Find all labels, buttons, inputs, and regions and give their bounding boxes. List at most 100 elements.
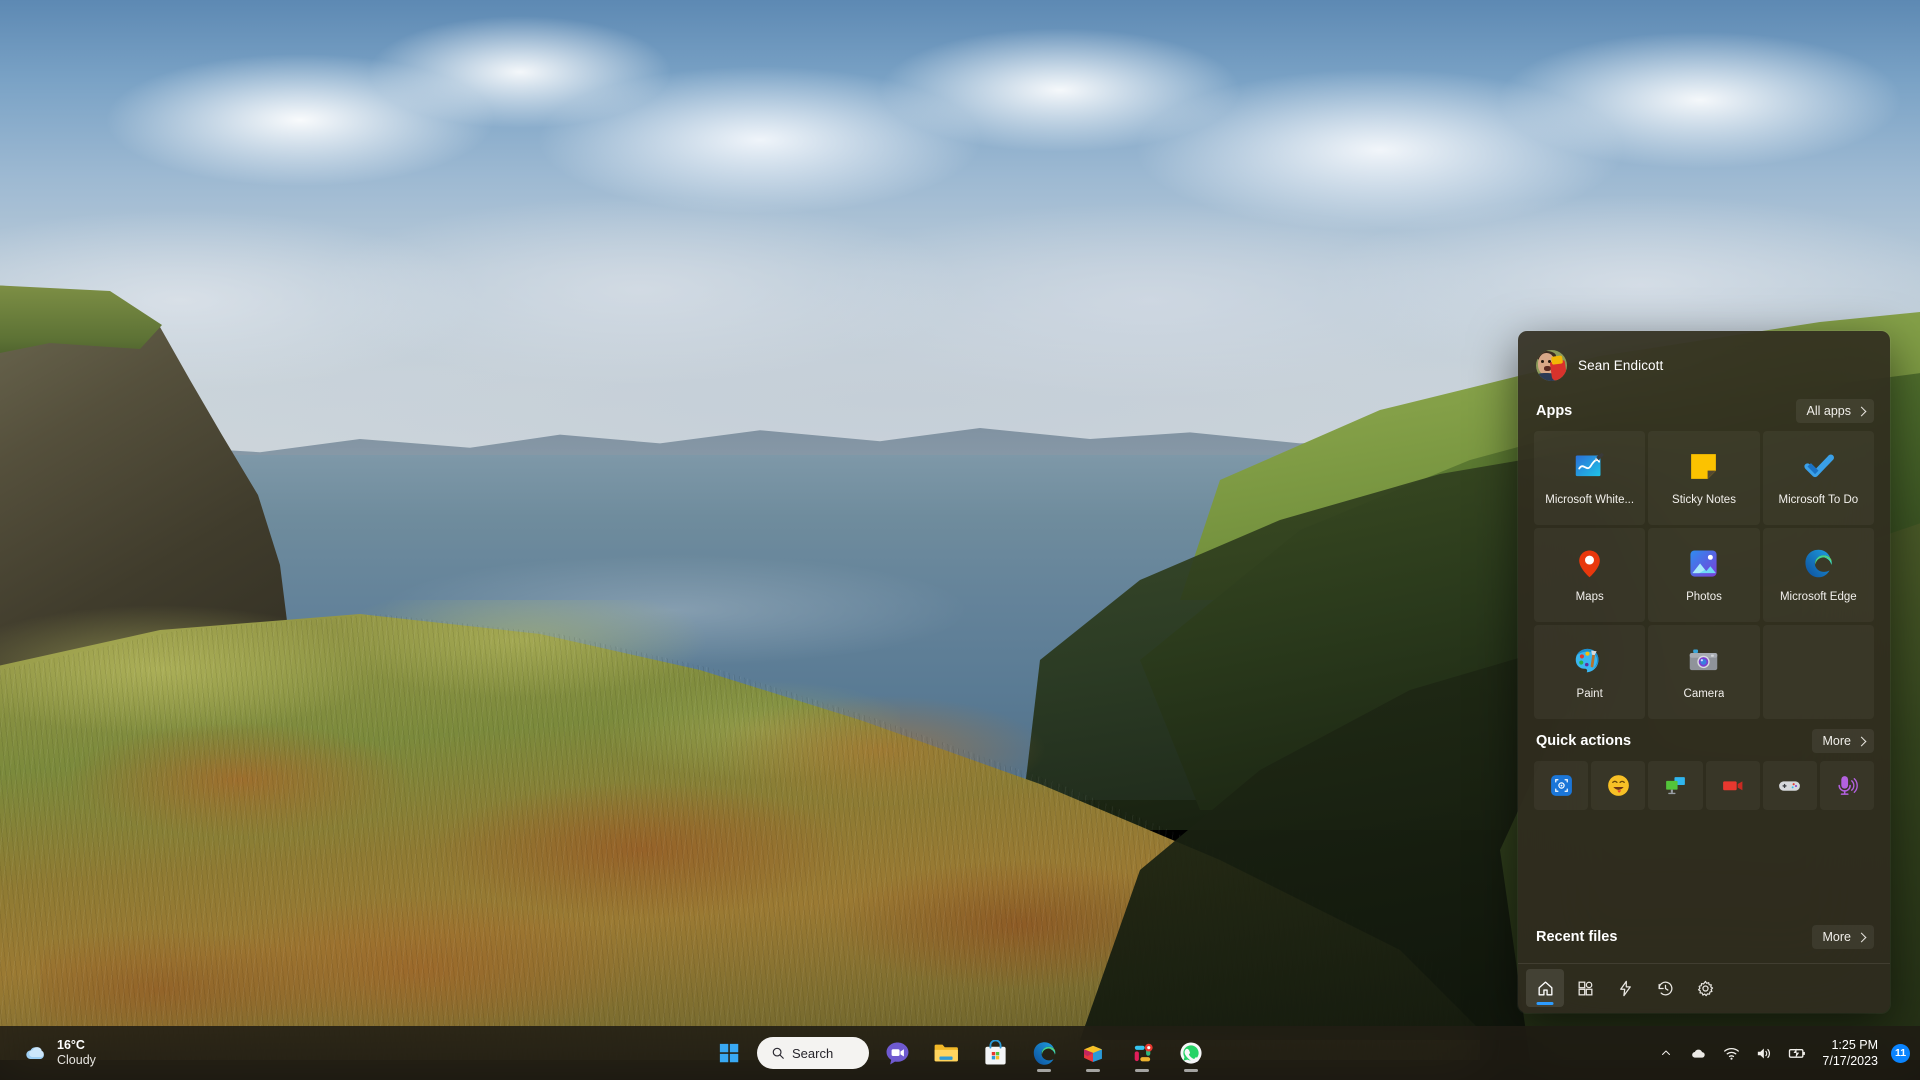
app-label: Microsoft To Do xyxy=(1778,494,1858,506)
quick-action-game-bar[interactable] xyxy=(1763,761,1817,810)
home-icon xyxy=(1536,979,1555,998)
cast-screens-icon xyxy=(1663,773,1688,798)
panel-spacer xyxy=(1518,810,1890,915)
battery-charging-icon xyxy=(1787,1043,1807,1063)
taskbar-app-microsoft-teams[interactable] xyxy=(876,1032,918,1074)
taskbar: 16°C Cloudy Search xyxy=(0,1026,1920,1080)
nav-home[interactable] xyxy=(1526,969,1564,1007)
sticky-notes-icon xyxy=(1687,450,1720,483)
onedrive-cloud-icon xyxy=(1689,1044,1708,1063)
panel-user-header[interactable]: Sean Endicott xyxy=(1518,331,1890,389)
clock-time: 1:25 PM xyxy=(1831,1037,1878,1053)
screen-record-icon xyxy=(1720,773,1745,798)
notification-badge[interactable]: 11 xyxy=(1891,1044,1910,1063)
nav-recent[interactable] xyxy=(1646,969,1684,1007)
quick-actions-section-title: Quick actions xyxy=(1536,733,1631,749)
app-tile-microsoft-whiteboard[interactable]: Microsoft White... xyxy=(1534,431,1645,525)
quick-actions-more-button[interactable]: More xyxy=(1812,729,1874,753)
snipping-tool-icon xyxy=(1549,773,1574,798)
clock-button[interactable]: 1:25 PM 7/17/2023 xyxy=(1816,1033,1888,1073)
phone-link-companion-panel[interactable]: Sean Endicott Apps All apps Microsoft Wh… xyxy=(1518,331,1890,1013)
tray-network-button[interactable] xyxy=(1717,1033,1746,1073)
recent-files-section-title: Recent files xyxy=(1536,929,1617,945)
taskbar-app-whatsapp[interactable] xyxy=(1170,1032,1212,1074)
recent-files-section-header: Recent files More xyxy=(1518,915,1890,963)
history-icon xyxy=(1656,979,1675,998)
apps-grid: Microsoft White... Sticky Notes Microsof… xyxy=(1518,431,1890,719)
search-icon xyxy=(771,1046,785,1060)
taskbar-app-slack[interactable] xyxy=(1121,1032,1163,1074)
apps-grid-icon xyxy=(1576,979,1595,998)
app-tile-camera[interactable]: Camera xyxy=(1648,625,1759,719)
chevron-right-icon xyxy=(1857,736,1867,746)
start-button[interactable] xyxy=(708,1032,750,1074)
quick-action-snipping-tool[interactable] xyxy=(1534,761,1588,810)
teams-chat-icon xyxy=(884,1040,911,1067)
app-tile-paint[interactable]: Paint xyxy=(1534,625,1645,719)
quick-action-screen-record[interactable] xyxy=(1706,761,1760,810)
app-label: Camera xyxy=(1684,688,1725,700)
quick-actions-more-label: More xyxy=(1823,734,1851,748)
avatar[interactable] xyxy=(1536,350,1567,381)
photos-icon xyxy=(1687,547,1720,580)
quick-action-emoji[interactable] xyxy=(1591,761,1645,810)
quick-action-voice-access[interactable] xyxy=(1820,761,1874,810)
whatsapp-icon xyxy=(1178,1040,1204,1066)
tray-onedrive-button[interactable] xyxy=(1683,1033,1714,1073)
wifi-icon xyxy=(1723,1045,1740,1062)
windows-logo-icon xyxy=(719,1043,740,1064)
game-bar-icon xyxy=(1777,773,1802,798)
avatar-fries-box xyxy=(1550,360,1567,381)
dev-home-icon xyxy=(1080,1040,1106,1066)
slack-icon xyxy=(1130,1041,1155,1066)
maps-icon xyxy=(1573,547,1606,580)
panel-bottom-nav xyxy=(1518,963,1890,1013)
quick-actions-section-header: Quick actions More xyxy=(1518,719,1890,761)
nav-quick-actions[interactable] xyxy=(1606,969,1644,1007)
app-tile-maps[interactable]: Maps xyxy=(1534,528,1645,622)
taskbar-app-microsoft-edge[interactable] xyxy=(1023,1032,1065,1074)
weather-condition: Cloudy xyxy=(57,1053,96,1068)
weather-temperature: 16°C xyxy=(57,1038,96,1053)
tray-volume-button[interactable] xyxy=(1749,1033,1778,1073)
apps-section-title: Apps xyxy=(1536,403,1572,419)
microsoft-todo-icon xyxy=(1802,450,1835,483)
app-tile-photos[interactable]: Photos xyxy=(1648,528,1759,622)
app-tile-sticky-notes[interactable]: Sticky Notes xyxy=(1648,431,1759,525)
tray-battery-button[interactable] xyxy=(1781,1033,1813,1073)
app-tile-microsoft-edge[interactable]: Microsoft Edge xyxy=(1763,528,1874,622)
quick-action-cast[interactable] xyxy=(1648,761,1702,810)
speaker-icon xyxy=(1755,1045,1772,1062)
nav-settings[interactable] xyxy=(1686,969,1724,1007)
chevron-right-icon xyxy=(1857,932,1867,942)
camera-icon xyxy=(1687,644,1720,677)
avatar-eye-left xyxy=(1541,360,1544,363)
app-label: Microsoft Edge xyxy=(1780,591,1857,603)
user-name: Sean Endicott xyxy=(1578,358,1663,373)
recent-files-more-button[interactable]: More xyxy=(1812,925,1874,949)
microsoft-store-icon xyxy=(982,1040,1009,1067)
nav-apps[interactable] xyxy=(1566,969,1604,1007)
taskbar-app-file-explorer[interactable] xyxy=(925,1032,967,1074)
quick-actions-grid xyxy=(1518,761,1890,810)
lightning-icon xyxy=(1616,979,1635,998)
show-hidden-icons-button[interactable] xyxy=(1652,1033,1680,1073)
weather-text: 16°C Cloudy xyxy=(57,1038,96,1068)
app-tile-microsoft-todo[interactable]: Microsoft To Do xyxy=(1763,431,1874,525)
search-button[interactable]: Search xyxy=(757,1037,869,1069)
chevron-up-icon xyxy=(1660,1047,1672,1059)
app-label: Photos xyxy=(1686,591,1722,603)
chevron-right-icon xyxy=(1857,406,1867,416)
search-label: Search xyxy=(792,1046,833,1061)
all-apps-button[interactable]: All apps xyxy=(1796,399,1874,423)
emoji-icon xyxy=(1606,773,1631,798)
weather-widget-button[interactable]: 16°C Cloudy xyxy=(14,1026,105,1080)
clock-date: 7/17/2023 xyxy=(1822,1053,1878,1069)
app-tile-empty-slot xyxy=(1763,625,1874,719)
app-label: Sticky Notes xyxy=(1672,494,1736,506)
app-label: Microsoft White... xyxy=(1545,494,1634,506)
gear-icon xyxy=(1696,979,1715,998)
all-apps-label: All apps xyxy=(1807,404,1851,418)
taskbar-app-microsoft-store[interactable] xyxy=(974,1032,1016,1074)
taskbar-app-dev-home[interactable] xyxy=(1072,1032,1114,1074)
